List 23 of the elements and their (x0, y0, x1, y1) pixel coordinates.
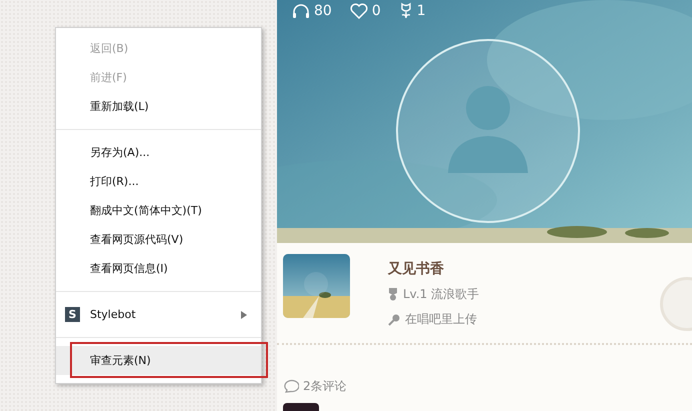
submenu-arrow-icon (241, 310, 247, 318)
heart-icon (350, 2, 368, 18)
user-level: Lv.1 流浪歌手 (403, 286, 480, 303)
menu-item[interactable]: 审查元素(N) (56, 346, 261, 375)
user-name: 又见书香 (388, 260, 445, 278)
menu-item[interactable]: S Stylebot (56, 300, 261, 329)
listen-count: 80 (314, 2, 332, 18)
menu-item[interactable]: 打印(R)... (56, 167, 261, 196)
flower-count: 1 (416, 2, 426, 18)
microphone-icon (388, 314, 400, 326)
comment-icon (283, 379, 299, 394)
flower-icon (398, 2, 413, 19)
like-count: 0 (372, 2, 381, 18)
menu-item[interactable]: 重新加载(L) (56, 92, 261, 121)
menu-item[interactable]: 查看网页源代码(V) (56, 225, 261, 254)
headphones-icon (292, 2, 310, 18)
comment-count: 2条评论 (303, 378, 347, 395)
extension-icon: S (65, 307, 80, 322)
menu-item[interactable]: 另存为(A)... (56, 138, 261, 167)
menu-item[interactable]: 翻成中文(简体中文)(T) (56, 196, 261, 225)
menu-item[interactable]: 查看网页信息(I) (56, 254, 261, 283)
activity-text: 在唱吧里上传 (405, 311, 477, 328)
medal-icon (388, 288, 398, 301)
